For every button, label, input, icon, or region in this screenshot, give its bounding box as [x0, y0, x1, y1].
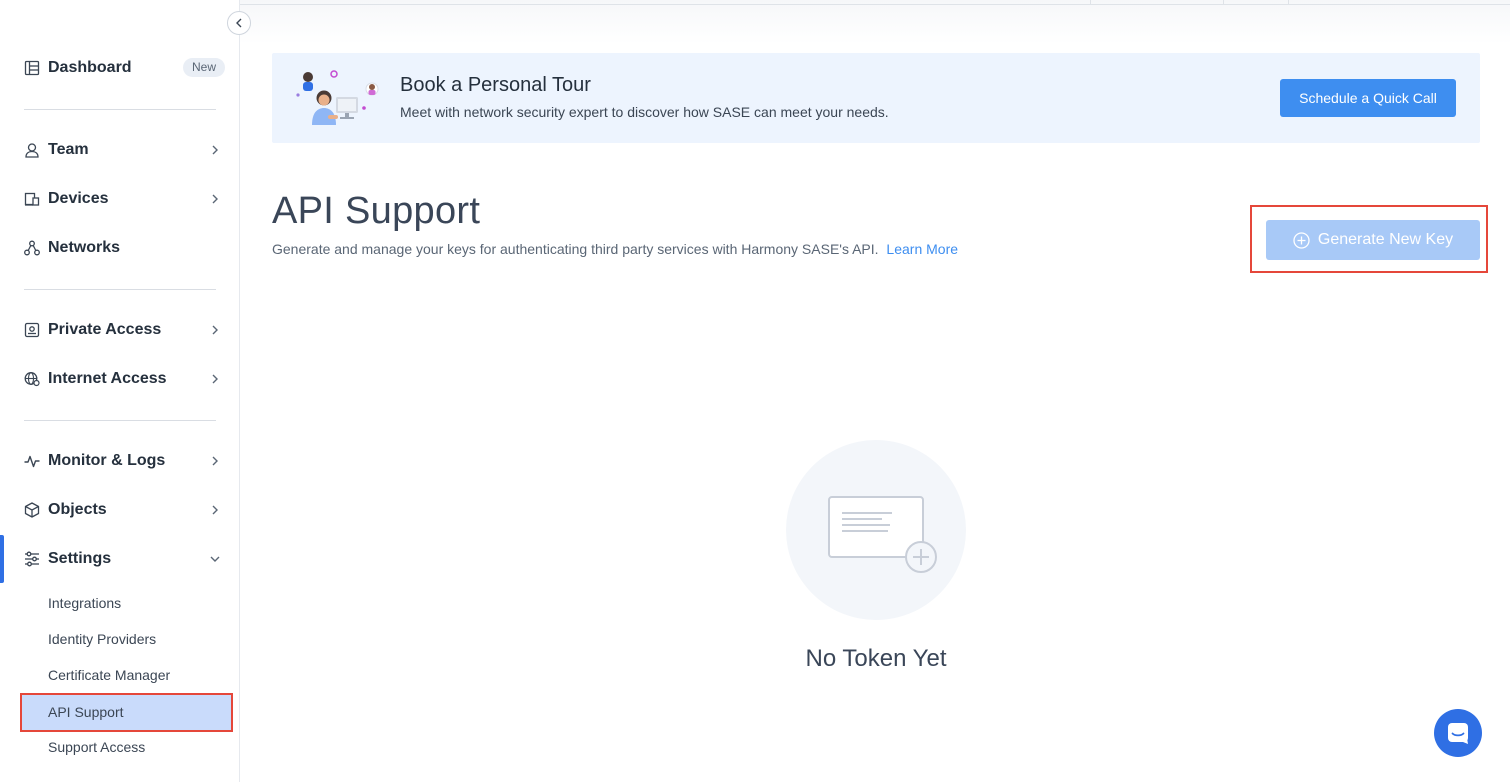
sidebar-item-label: Networks — [48, 239, 121, 256]
sidebar-item-private-access[interactable]: Private Access — [0, 310, 240, 350]
banner-title: Book a Personal Tour — [400, 74, 591, 96]
banner-subtitle: Meet with network security expert to dis… — [400, 104, 889, 120]
page-description-text: Generate and manage your keys for authen… — [272, 241, 879, 257]
dashboard-icon — [24, 60, 40, 76]
empty-document-icon — [828, 496, 937, 573]
cube-icon — [24, 502, 40, 518]
page-description: Generate and manage your keys for authen… — [272, 241, 958, 257]
chevron-right-icon — [209, 372, 221, 386]
pulse-icon — [24, 453, 40, 469]
sidebar-item-internet-access[interactable]: Internet Access — [0, 359, 240, 399]
sidebar-subitem-api-support[interactable]: API Support — [22, 694, 232, 730]
top-bar-separator — [1288, 0, 1289, 5]
sidebar-item-dashboard[interactable]: Dashboard New — [0, 48, 240, 88]
chevron-right-icon — [209, 503, 221, 517]
tour-illustration-icon — [294, 65, 380, 131]
sidebar-item-label: Devices — [48, 190, 109, 207]
devices-icon — [24, 191, 40, 207]
empty-state-illustration — [786, 440, 966, 620]
sidebar-subitem-identity-providers[interactable]: Identity Providers — [24, 621, 232, 657]
top-bar-separator — [1223, 0, 1224, 5]
chevron-right-icon — [209, 192, 221, 206]
chat-icon — [1446, 721, 1470, 745]
chevron-left-icon — [235, 18, 243, 28]
collapse-sidebar-button[interactable] — [227, 11, 251, 35]
sidebar-subitem-support-access[interactable]: Support Access — [24, 729, 232, 765]
sliders-icon — [24, 551, 40, 567]
sidebar-item-label: Private Access — [48, 321, 162, 338]
sidebar-item-label: Objects — [48, 501, 107, 518]
sidebar-item-networks[interactable]: Networks — [0, 228, 240, 268]
chevron-down-icon — [209, 552, 221, 566]
sidebar-item-label: Dashboard — [48, 59, 132, 76]
empty-state-title: No Token Yet — [805, 645, 947, 672]
new-badge: New — [183, 58, 226, 77]
schedule-call-button[interactable]: Schedule a Quick Call — [1280, 79, 1456, 117]
sidebar-divider — [24, 289, 216, 290]
sidebar-divider — [24, 109, 216, 110]
sidebar-item-monitor-logs[interactable]: Monitor & Logs — [0, 441, 240, 481]
top-bar-separator — [1090, 0, 1091, 5]
sidebar-item-label: Settings — [48, 550, 112, 567]
sidebar-subitem-certificate-manager[interactable]: Certificate Manager — [24, 657, 232, 693]
page-title: API Support — [272, 190, 481, 232]
sidebar-item-team[interactable]: Team — [0, 130, 240, 170]
sidebar-item-settings[interactable]: Settings — [0, 539, 240, 579]
sidebar-item-label: Monitor & Logs — [48, 452, 166, 469]
chevron-right-icon — [209, 454, 221, 468]
learn-more-link[interactable]: Learn More — [886, 241, 958, 257]
user-icon — [24, 142, 40, 158]
chat-support-button[interactable] — [1434, 709, 1482, 757]
personal-tour-banner: Book a Personal Tour Meet with network s… — [272, 53, 1480, 143]
chevron-right-icon — [209, 143, 221, 157]
chevron-right-icon — [209, 323, 221, 337]
top-bar-border — [240, 4, 1510, 5]
globe-icon — [24, 371, 40, 387]
sidebar-divider — [24, 420, 216, 421]
sidebar-subitem-integrations[interactable]: Integrations — [24, 585, 232, 621]
sidebar-item-objects[interactable]: Objects — [0, 490, 240, 530]
generate-new-key-label: Generate New Key — [1317, 231, 1454, 248]
sidebar-item-devices[interactable]: Devices — [0, 179, 240, 219]
plus-circle-icon — [1293, 231, 1310, 249]
network-icon — [24, 240, 40, 256]
top-bar — [240, 0, 1510, 44]
generate-new-key-button[interactable]: Generate New Key — [1266, 220, 1480, 260]
private-access-icon — [24, 322, 40, 338]
sidebar-item-label: Internet Access — [48, 370, 167, 387]
sidebar: Dashboard New Team Devices Networks Priv… — [0, 0, 240, 782]
sidebar-item-label: Team — [48, 141, 89, 158]
